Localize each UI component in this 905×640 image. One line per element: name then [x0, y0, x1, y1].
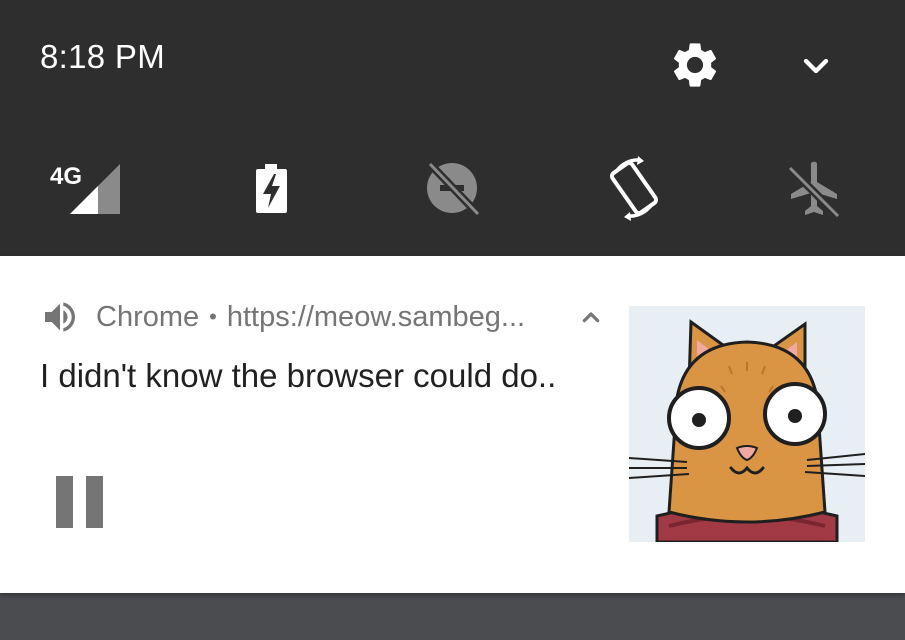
- status-time: 8:18 PM: [40, 38, 165, 75]
- battery-charging-icon: [256, 164, 287, 213]
- header-separator: •: [209, 304, 217, 329]
- tile-mobile-data[interactable]: 4G: [48, 150, 128, 230]
- speaker-icon: [45, 302, 75, 332]
- signal-4g-label: 4G: [50, 163, 82, 190]
- notification-url: https://meow.sambeg...: [226, 300, 526, 333]
- tile-auto-rotate[interactable]: [594, 150, 674, 230]
- tile-battery[interactable]: [232, 150, 312, 230]
- chevron-down-icon[interactable]: [796, 46, 836, 86]
- airplane-mode-off-icon: [787, 161, 841, 219]
- gear-icon[interactable]: [668, 38, 722, 92]
- auto-rotate-icon: [609, 156, 659, 221]
- media-artwork: [629, 306, 865, 542]
- notification-shade-header: 8:18 PM 4G: [0, 0, 905, 256]
- do-not-disturb-off-icon: [427, 161, 481, 217]
- chevron-up-icon[interactable]: [575, 302, 607, 334]
- cat-illustration: [629, 306, 865, 542]
- pause-button[interactable]: [50, 466, 112, 538]
- notification-header: Chrome • https://meow.sambeg...: [40, 296, 525, 338]
- tile-do-not-disturb[interactable]: [414, 150, 494, 230]
- tile-airplane-mode[interactable]: [774, 150, 854, 230]
- notification-title: I didn't know the browser could do..: [40, 357, 557, 394]
- media-notification-card[interactable]: Chrome • https://meow.sambeg... I didn't…: [0, 256, 905, 593]
- signal-4g-icon: 4G: [50, 163, 120, 214]
- app-name: Chrome: [96, 300, 200, 333]
